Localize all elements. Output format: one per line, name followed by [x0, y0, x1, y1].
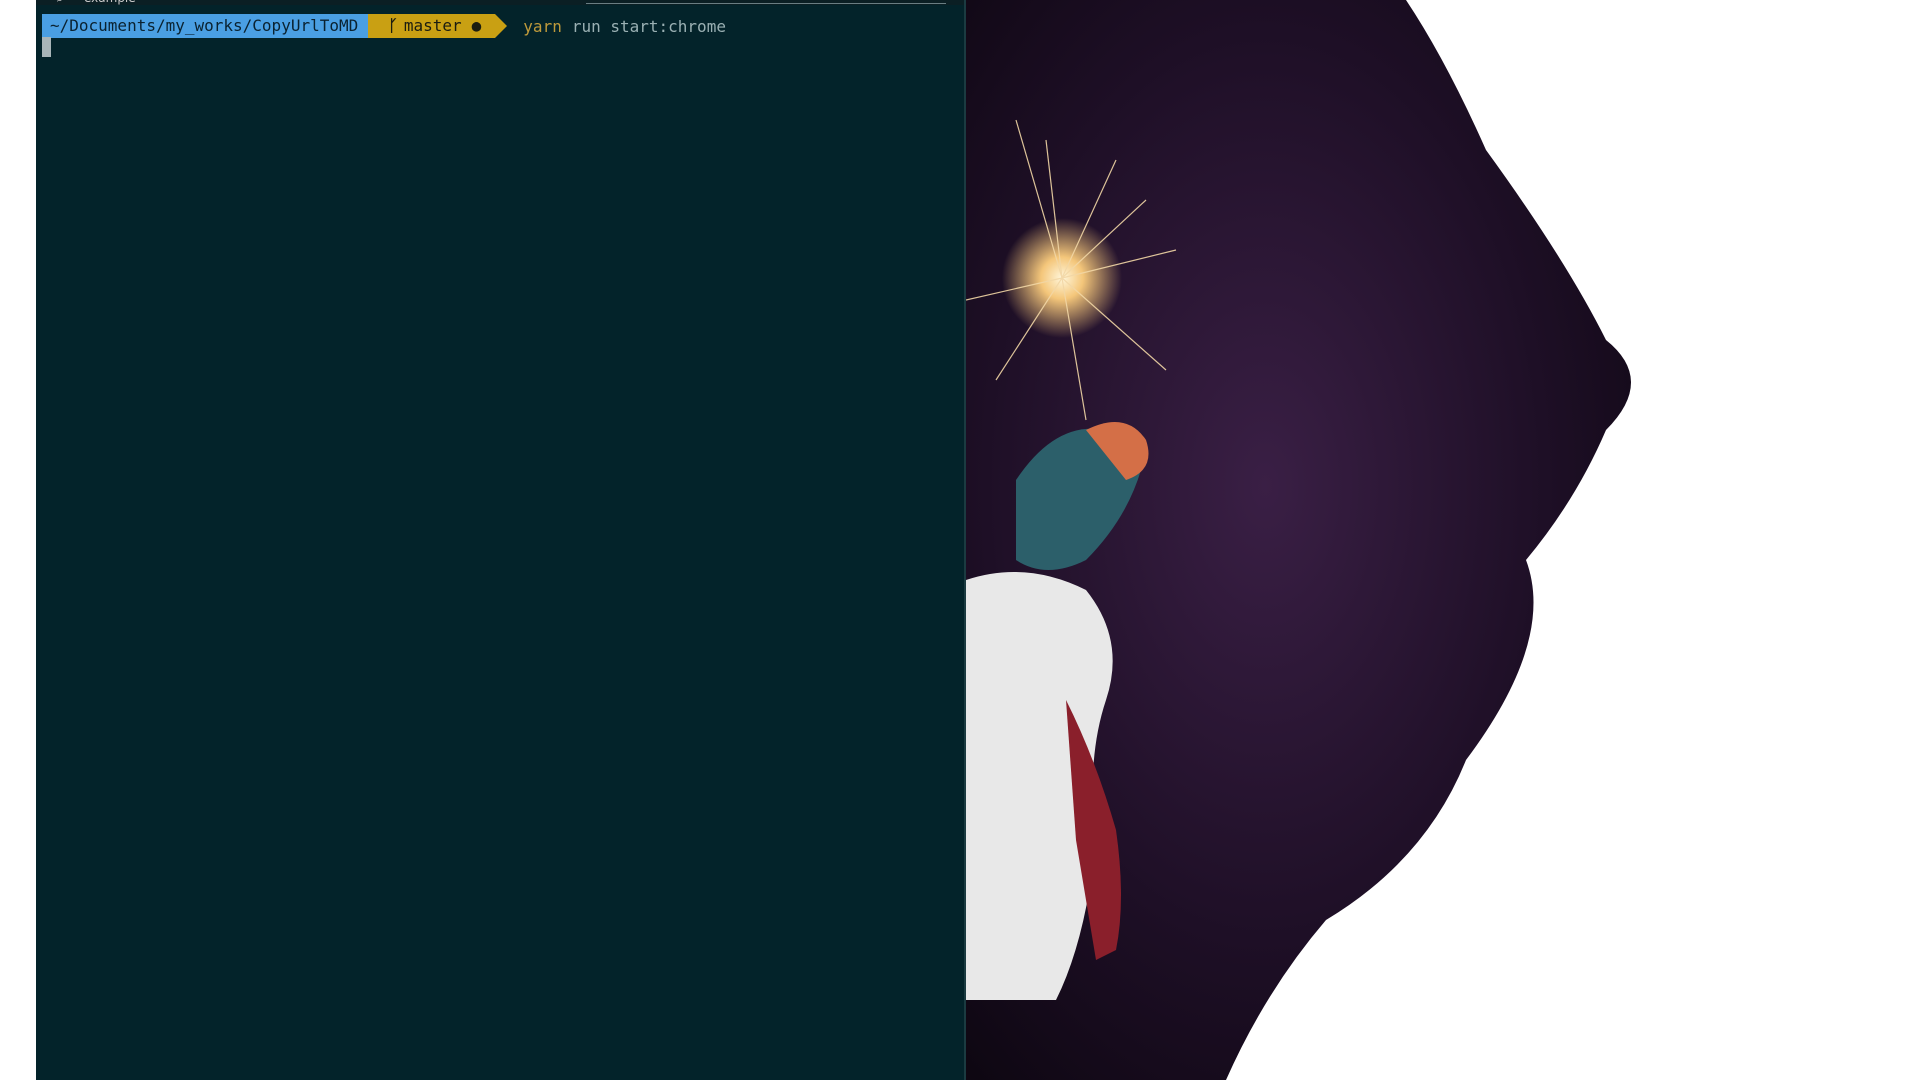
git-dirty-icon: ●	[471, 16, 482, 35]
search-icon[interactable]: ⌕	[56, 0, 63, 5]
command-line[interactable]: yarn run start:chrome	[523, 17, 726, 36]
search-field[interactable]: example	[84, 0, 136, 5]
terminal-window[interactable]: ⌕ example ~/Documents/my_works/CopyUrlTo…	[36, 0, 966, 1080]
desktop-wallpaper	[966, 0, 1920, 1080]
git-branch-name: master	[403, 16, 462, 35]
prompt-git-segment: ᚴ master ●	[368, 14, 508, 38]
command-args: run start:chrome	[571, 16, 726, 36]
desktop-left-edge	[0, 0, 36, 1080]
wallpaper-image	[966, 0, 1920, 1080]
scroll-indicator	[586, 3, 946, 4]
terminal-topbar: ⌕ example	[36, 0, 964, 5]
prompt-path-segment: ~/Documents/my_works/CopyUrlToMD	[42, 14, 381, 38]
shell-prompt: ~/Documents/my_works/CopyUrlToMD ᚴ master…	[42, 14, 726, 38]
command-executable: yarn	[523, 16, 562, 36]
terminal-cursor	[42, 37, 51, 57]
git-branch-icon: ᚴ	[388, 16, 398, 35]
